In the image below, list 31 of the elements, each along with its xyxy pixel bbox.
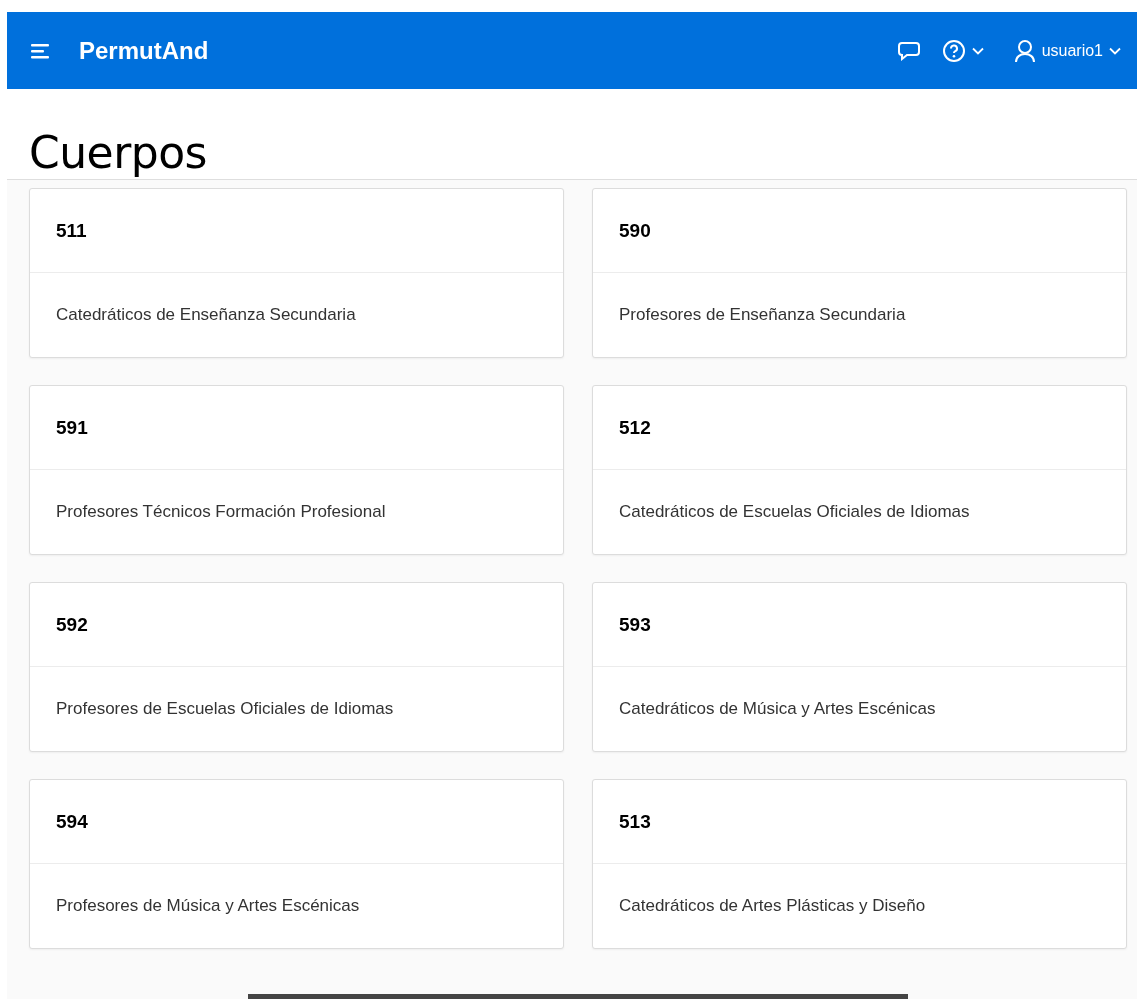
card-title: 511 <box>56 219 87 242</box>
card-description: Catedráticos de Artes Plásticas y Diseño <box>619 896 926 916</box>
card-title: 591 <box>56 416 88 439</box>
card[interactable]: 593 Catedráticos de Música y Artes Escénicas <box>592 582 1127 752</box>
card-title: 592 <box>56 613 88 636</box>
user-menu-button[interactable]: usuario1 <box>1009 34 1125 67</box>
card[interactable]: 591 Profesores Técnicos Formación Profesional <box>29 385 564 555</box>
card-title: 593 <box>619 613 651 636</box>
chat-bubble-icon <box>897 40 920 61</box>
card[interactable]: 513 Catedráticos de Artes Plásticas y Diseño <box>592 779 1127 949</box>
card[interactable]: 590 Profesores de Enseñanza Secundaria <box>592 188 1127 358</box>
card[interactable]: 511 Catedráticos de Enseñanza Secundaria <box>29 188 564 358</box>
card-title: 512 <box>619 416 651 439</box>
help-icon <box>941 38 966 63</box>
card[interactable]: 592 Profesores de Escuelas Oficiales de Idiomas <box>29 582 564 752</box>
card-title: 513 <box>619 810 651 833</box>
app-name-link[interactable]: PermutAnd <box>79 36 209 65</box>
user-icon <box>1013 38 1036 63</box>
card-title: 594 <box>56 810 88 833</box>
card[interactable]: 512 Catedráticos de Escuelas Oficiales de Idiomas <box>592 385 1127 555</box>
chevron-down-icon <box>971 46 984 55</box>
card-description: Catedráticos de Música y Artes Escénicas <box>619 699 936 719</box>
card-description: Profesores de Música y Artes Escénicas <box>56 896 360 916</box>
card-title: 590 <box>619 219 651 242</box>
card-description: Profesores de Escuelas Oficiales de Idiomas <box>56 699 394 719</box>
card-description: Catedráticos de Enseñanza Secundaria <box>56 305 356 325</box>
card-description: Catedráticos de Escuelas Oficiales de Idiomas <box>619 502 970 522</box>
card[interactable]: 594 Profesores de Música y Artes Escénicas <box>29 779 564 949</box>
card-description: Profesores Técnicos Formación Profesional <box>56 502 386 522</box>
card-description: Profesores de Enseñanza Secundaria <box>619 305 906 325</box>
chevron-down-icon <box>1109 46 1121 55</box>
